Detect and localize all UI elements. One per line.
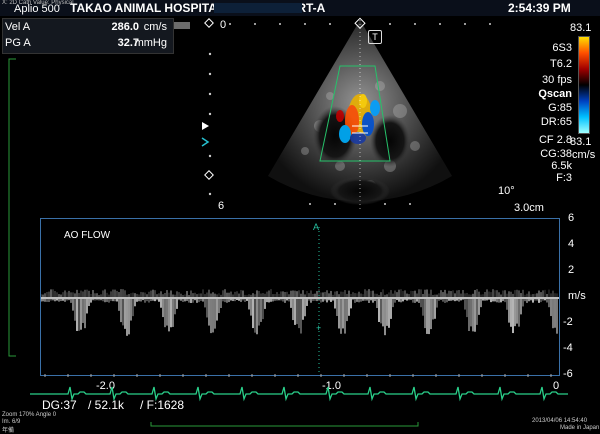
x-axis-ticks xyxy=(44,374,552,377)
param-gain: G:85 xyxy=(548,102,572,114)
title-highlight xyxy=(214,3,302,13)
measurement-row-vel: Vel A 286.0 cm/s xyxy=(5,21,171,33)
cine-scrollbar[interactable] xyxy=(150,420,420,428)
footer-prf: / 52.1k xyxy=(88,398,125,412)
measurement-row-pg: PG A 32.7 mmHg xyxy=(5,37,171,49)
footer-f: / F:1628 xyxy=(140,398,185,412)
orientation-marker: T xyxy=(368,30,382,44)
colorbar-unit: cm/s xyxy=(572,149,596,161)
colorbar-bottom-label: 83.1 xyxy=(570,136,592,148)
system-name: Aplio 500 xyxy=(14,3,60,15)
footer-dg: DG:37 xyxy=(42,398,77,412)
y-tick: -4 xyxy=(563,342,573,354)
param-probe: 6S3 xyxy=(552,42,572,54)
param-filter: F:3 xyxy=(556,172,572,184)
clock: 2:54:39 PM xyxy=(508,1,571,15)
cursor-cross: + xyxy=(316,323,321,333)
y-tick: -6 xyxy=(563,368,573,380)
doppler-spectrum-panel: + xyxy=(40,218,560,376)
colorbar-top-label: 83.1 xyxy=(570,22,592,34)
measurement-label: PG A xyxy=(5,37,31,49)
param-freq: T6.2 xyxy=(549,58,572,70)
footer-zoom: Zoom 170% Angle 0 xyxy=(2,412,57,418)
depth-bottom-label: 6 xyxy=(218,200,225,212)
echo-sector-image xyxy=(201,17,491,211)
doppler-cursor-label: A xyxy=(313,222,320,232)
y-tick: 2 xyxy=(568,264,575,276)
doppler-unit: m/s xyxy=(568,290,586,302)
depth-top-label: 0 xyxy=(220,19,227,31)
y-tick: 4 xyxy=(568,238,575,250)
footer-note: 年備 xyxy=(2,428,15,434)
param-dr: DR:65 xyxy=(540,116,572,128)
param-qscan: Qscan xyxy=(538,88,572,100)
footer-made: Made in Japan xyxy=(560,425,600,431)
y-tick: -2 xyxy=(563,316,573,328)
measurement-unit: mmHg xyxy=(134,37,167,49)
param-fps: 30 fps xyxy=(542,74,572,86)
param-cg: CG:38 xyxy=(540,148,572,160)
doppler-label: AO FLOW xyxy=(64,230,111,241)
footer-date: 2013/04/06 14:54:40 xyxy=(532,418,588,424)
angle-label: 10° xyxy=(498,185,515,197)
color-velocity-bar xyxy=(578,36,590,134)
scale-label: 3.0cm xyxy=(514,202,544,214)
measurement-label: Vel A xyxy=(5,21,31,33)
left-bracket xyxy=(8,58,16,357)
hospital-name: TAKAO ANIMAL HOSPITAL xyxy=(70,1,225,15)
param-cf: CF 2.8 xyxy=(538,134,572,146)
measurement-unit: cm/s xyxy=(143,21,167,33)
measurement-value: 286.0 xyxy=(111,21,139,33)
measurement-panel: Vel A 286.0 cm/s PG A 32.7 mmHg xyxy=(2,18,174,54)
y-tick: 6 xyxy=(568,212,575,224)
param-prf: 6.5k xyxy=(551,160,572,172)
doppler-spectrum: + xyxy=(40,227,559,375)
